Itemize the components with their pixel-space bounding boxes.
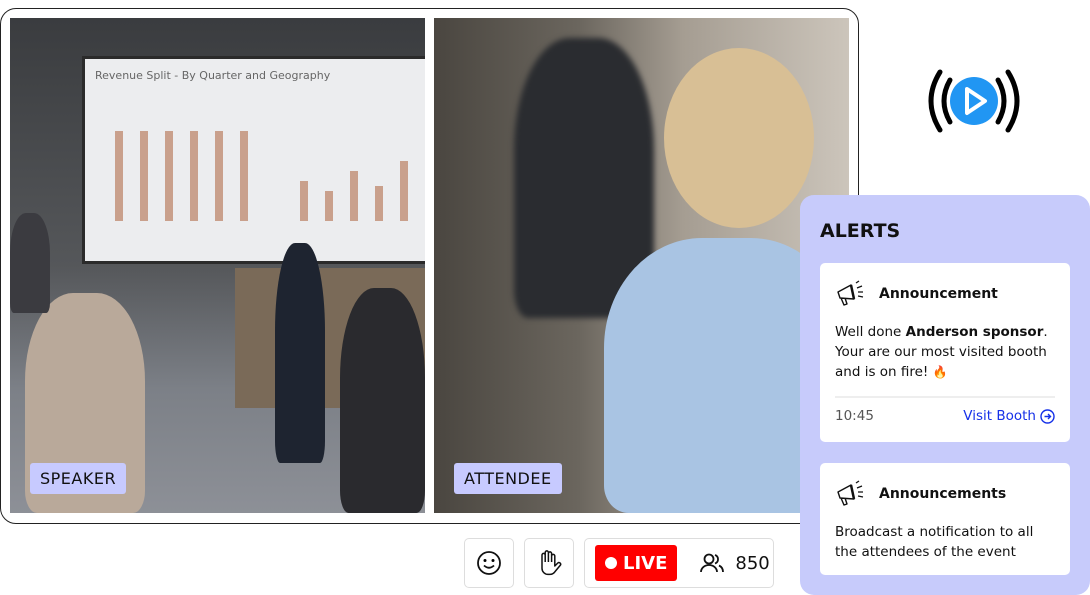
alerts-panel: ALERTS Announcement Well done Anderson s… [800,195,1090,595]
users-icon [700,553,725,573]
attendee-video-tile[interactable]: ATTENDEE [434,18,849,513]
alert-title: Announcements [879,486,1007,502]
alert-message: Well done Anderson sponsor. Your are our… [835,324,1048,380]
alerts-title: ALERTS [820,220,901,242]
live-label: LIVE [623,552,668,574]
raise-hand-button[interactable] [524,538,574,588]
viewer-count[interactable]: 850 [699,552,770,574]
slide-title: Revenue Split - By Quarter and Geography [95,69,331,82]
visit-booth-link[interactable]: Visit Booth [963,408,1055,424]
raised-hand-icon [541,550,562,576]
projector-slide: Revenue Split - By Quarter and Geography [82,56,425,264]
viewer-count-value: 850 [735,552,770,574]
alert-title: Announcement [879,286,998,302]
megaphone-icon [837,280,864,306]
alert-time: 10:45 [835,408,874,424]
fire-emoji-icon: 🔥 [932,365,948,379]
arrow-circle-right-icon [1040,408,1055,424]
megaphone-icon [837,480,864,506]
live-badge[interactable]: LIVE [595,545,678,581]
speaker-label: SPEAKER [30,463,127,494]
alert-card[interactable]: Announcement Well done Anderson sponsor.… [820,263,1070,442]
live-status-group: LIVE 850 [584,538,774,588]
smiley-icon [477,551,501,575]
speaker-video-tile[interactable]: Revenue Split - By Quarter and Geography… [10,18,425,513]
live-broadcast-play-icon[interactable] [926,66,1022,140]
emoji-reaction-button[interactable] [464,538,514,588]
live-dot-icon [605,557,617,569]
alert-message: Broadcast a notification to all the atte… [835,524,1034,560]
alert-card[interactable]: Announcements Broadcast a notification t… [820,463,1070,575]
attendee-label: ATTENDEE [454,463,562,494]
